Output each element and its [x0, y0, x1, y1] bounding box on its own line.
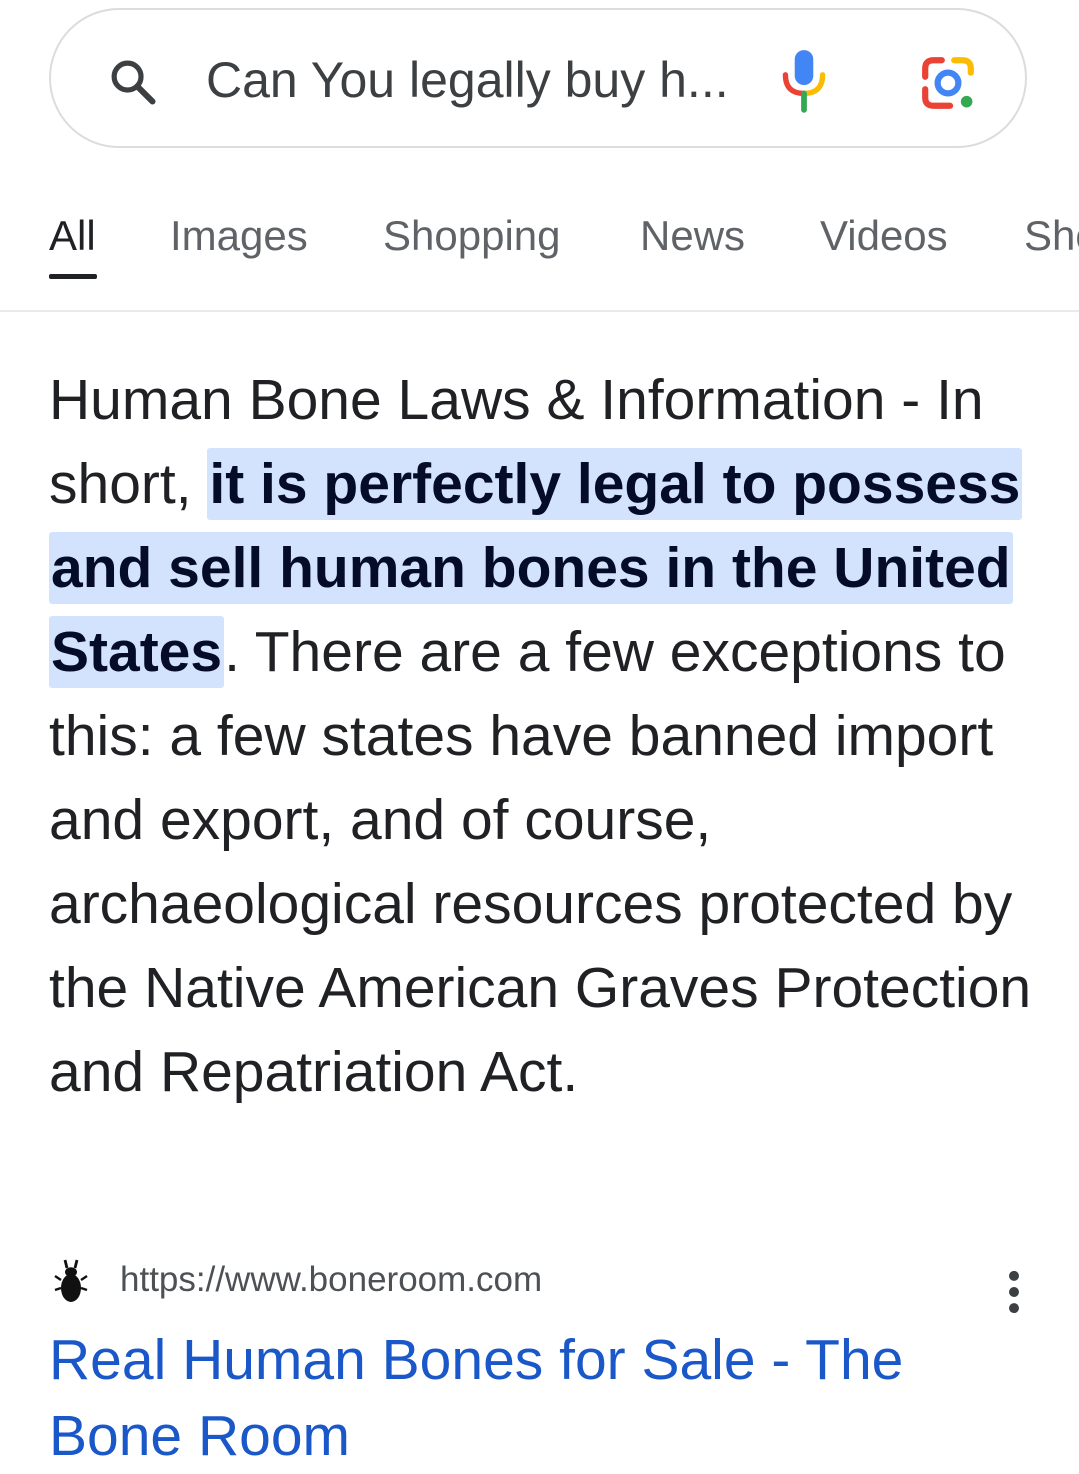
search-icon[interactable]	[107, 56, 159, 108]
tab-news[interactable]: News	[640, 210, 745, 262]
search-query-text[interactable]: Can You legally buy h...	[206, 50, 729, 110]
snippet-text-after: . There are a few exceptions to this: a …	[49, 620, 1032, 1104]
result-url[interactable]: https://www.boneroom.com	[120, 1258, 542, 1302]
more-vert-icon[interactable]	[999, 1270, 1029, 1314]
featured-snippet: Human Bone Laws & Information - In short…	[49, 358, 1049, 1114]
search-bar[interactable]: Can You legally buy h...	[49, 8, 1027, 148]
mic-icon[interactable]	[779, 48, 829, 114]
result-title-link[interactable]: Real Human Bones for Sale - The Bone Roo…	[49, 1322, 1049, 1474]
search-tabs: All Images Shopping News Videos Sho	[0, 190, 1079, 312]
tab-short-videos[interactable]: Sho	[1024, 210, 1079, 262]
active-tab-indicator	[49, 274, 97, 279]
lens-icon[interactable]	[919, 54, 977, 112]
tab-all[interactable]: All	[49, 210, 96, 262]
tab-shopping[interactable]: Shopping	[383, 210, 561, 262]
beetle-favicon-icon	[54, 1259, 88, 1302]
tab-images[interactable]: Images	[170, 210, 308, 262]
tab-videos[interactable]: Videos	[820, 210, 948, 262]
result-source[interactable]: https://www.boneroom.com	[49, 1250, 1039, 1314]
